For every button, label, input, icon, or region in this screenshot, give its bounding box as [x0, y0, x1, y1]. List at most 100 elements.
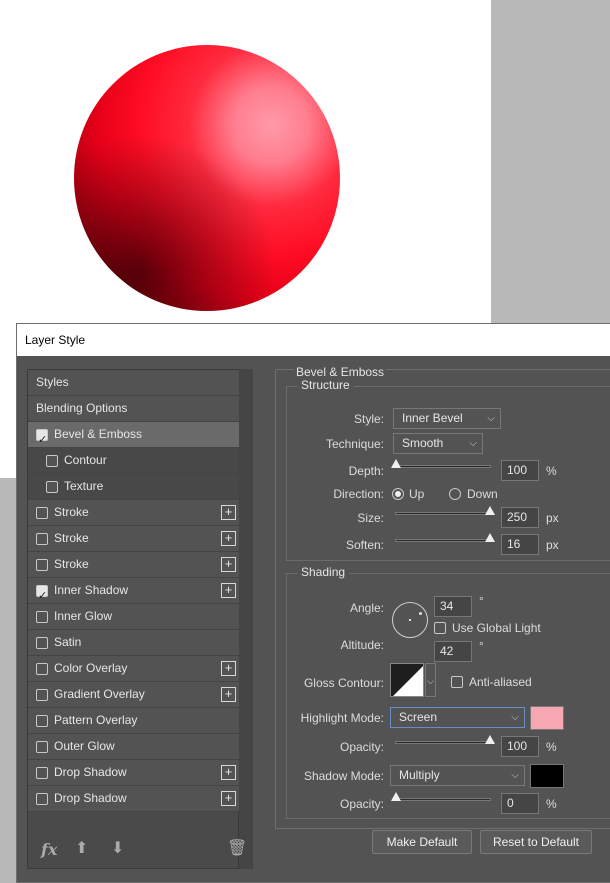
style-checkbox[interactable] — [36, 793, 48, 805]
style-checkbox[interactable] — [36, 741, 48, 753]
altitude-degree: ° — [479, 639, 484, 653]
technique-dropdown[interactable]: Smooth ⌵ — [393, 433, 483, 454]
style-checkbox[interactable] — [36, 427, 48, 452]
layer-style-dialog: Layer Style Styles Blending Options Bevel … — [16, 323, 610, 883]
add-style-plus-icon[interactable]: + — [221, 661, 236, 676]
style-label: Style: — [353, 412, 384, 426]
style-item-label: Color Overlay — [54, 661, 128, 675]
direction-down-radio[interactable] — [449, 488, 461, 500]
size-slider[interactable] — [395, 506, 495, 515]
style-item[interactable]: Texture — [28, 474, 240, 500]
style-item-label: Drop Shadow — [54, 765, 127, 779]
add-style-plus-icon[interactable]: + — [221, 583, 236, 598]
style-value: Inner Bevel — [402, 411, 463, 425]
soften-unit: px — [546, 538, 559, 552]
shadow-color-swatch[interactable] — [530, 764, 564, 788]
depth-thumb[interactable] — [391, 459, 401, 468]
angle-input[interactable]: 34 — [434, 596, 472, 617]
shadow-opacity-thumb[interactable] — [391, 792, 401, 801]
style-item-label: Drop Shadow — [54, 791, 127, 805]
highlight-opacity-thumb[interactable] — [485, 735, 495, 744]
style-item[interactable]: Contour — [28, 448, 240, 474]
angle-degree: ° — [479, 594, 484, 608]
reset-to-default-button[interactable]: Reset to Default — [480, 830, 592, 854]
technique-label: Technique: — [325, 437, 384, 451]
depth-unit: % — [546, 464, 557, 478]
style-item-label: Stroke — [54, 531, 89, 545]
style-checkbox[interactable] — [36, 715, 48, 727]
dial-center — [409, 619, 411, 621]
dialog-title: Layer Style — [17, 324, 610, 356]
highlight-mode-dropdown[interactable]: Screen ⌵ — [390, 707, 525, 728]
structure-title: Structure — [297, 378, 354, 392]
trash-icon[interactable]: 🗑 — [227, 838, 247, 858]
gloss-contour-preview[interactable] — [390, 663, 424, 697]
style-checkbox[interactable] — [36, 611, 48, 623]
depth-input[interactable]: 100 — [501, 460, 539, 481]
style-item[interactable]: Stroke + — [28, 526, 240, 552]
style-checkbox[interactable] — [36, 767, 48, 779]
shading-title: Shading — [297, 565, 350, 579]
style-item[interactable]: Outer Glow — [28, 734, 240, 760]
make-default-button[interactable]: Make Default — [372, 830, 472, 854]
style-checkbox[interactable] — [46, 455, 58, 467]
style-checkbox[interactable] — [36, 637, 48, 649]
style-checkbox[interactable] — [36, 507, 48, 519]
angle-dial[interactable] — [392, 602, 428, 638]
style-item[interactable]: Drop Shadow + — [28, 760, 240, 786]
style-checkbox[interactable] — [36, 689, 48, 701]
style-checkbox[interactable] — [36, 559, 48, 571]
add-style-plus-icon[interactable]: + — [221, 687, 236, 702]
soften-slider[interactable] — [395, 533, 495, 542]
style-item[interactable]: Pattern Overlay — [28, 708, 240, 734]
highlight-opacity-input[interactable]: 100 — [501, 736, 539, 757]
style-checkbox[interactable] — [36, 533, 48, 545]
soften-input[interactable]: 16 — [501, 534, 539, 555]
highlight-color-swatch[interactable] — [530, 706, 564, 730]
structure-group: Structure Style: Inner Bevel ⌵ Technique:… — [286, 378, 610, 561]
style-item[interactable]: Stroke + — [28, 500, 240, 526]
move-up-icon[interactable]: ⬆ — [75, 838, 88, 858]
highlight-opacity-label: Opacity: — [339, 740, 384, 754]
highlight-mode-label: Highlight Mode: — [300, 711, 384, 725]
shadow-opacity-input[interactable]: 0 — [501, 793, 539, 814]
style-item[interactable]: Inner Glow — [28, 604, 240, 630]
anti-aliased-checkbox[interactable] — [451, 676, 463, 688]
soften-label: Soften: — [345, 538, 384, 552]
add-style-plus-icon[interactable]: + — [221, 765, 236, 780]
depth-slider[interactable] — [391, 459, 491, 468]
soften-thumb[interactable] — [485, 533, 495, 542]
shadow-opacity-slider[interactable] — [391, 792, 491, 801]
direction-label: Direction: — [333, 487, 384, 501]
style-item[interactable]: Styles — [28, 370, 240, 396]
gloss-contour-caret[interactable]: ⌵ — [425, 663, 436, 697]
style-checkbox[interactable] — [36, 583, 48, 608]
style-item[interactable]: Bevel & Emboss — [28, 422, 240, 452]
style-dropdown[interactable]: Inner Bevel ⌵ — [393, 408, 501, 429]
fx-icon[interactable]: fx — [41, 840, 57, 859]
add-style-plus-icon[interactable]: + — [221, 791, 236, 806]
add-style-plus-icon[interactable]: + — [221, 557, 236, 572]
add-style-plus-icon[interactable]: + — [221, 531, 236, 546]
style-item[interactable]: Stroke + — [28, 552, 240, 578]
styles-list-scrollbar[interactable] — [239, 369, 253, 869]
style-checkbox[interactable] — [46, 481, 58, 493]
global-light-checkbox[interactable] — [434, 622, 446, 634]
highlight-opacity-slider[interactable] — [395, 735, 495, 744]
contour-curve-icon — [391, 664, 423, 696]
style-checkbox[interactable] — [36, 663, 48, 675]
add-style-plus-icon[interactable]: + — [221, 505, 236, 520]
style-item[interactable]: Inner Shadow + — [28, 578, 240, 608]
altitude-input[interactable]: 42 — [434, 641, 472, 662]
style-item[interactable]: Drop Shadow + — [28, 786, 240, 812]
shadow-mode-dropdown[interactable]: Multiply ⌵ — [390, 765, 525, 786]
style-item[interactable]: Gradient Overlay + — [28, 682, 240, 708]
style-item[interactable]: Color Overlay + — [28, 656, 240, 682]
move-down-icon[interactable]: ⬇ — [111, 838, 124, 858]
style-item[interactable]: Blending Options — [28, 396, 240, 422]
size-thumb[interactable] — [485, 506, 495, 515]
style-item[interactable]: Satin — [28, 630, 240, 656]
direction-up-radio[interactable] — [392, 488, 404, 500]
style-item-label: Blending Options — [36, 401, 128, 415]
size-input[interactable]: 250 — [501, 507, 539, 528]
